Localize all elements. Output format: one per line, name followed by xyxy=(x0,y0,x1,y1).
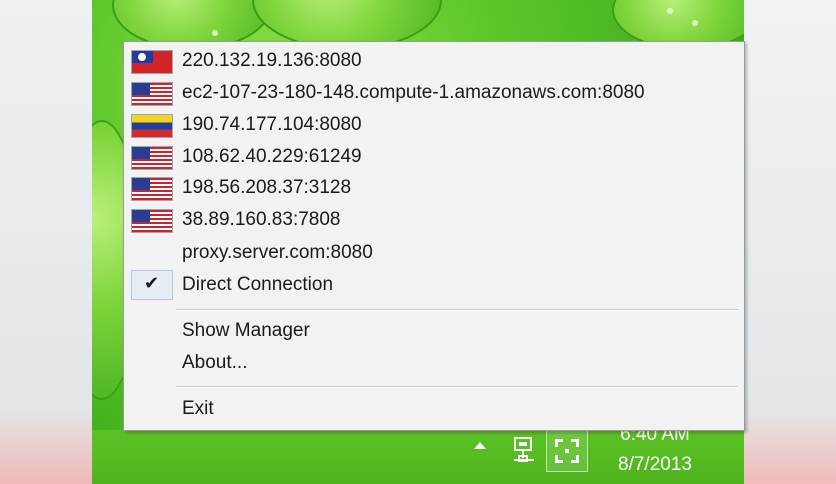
menu-item-proxy[interactable]: 220.132.19.136:8080 xyxy=(124,46,744,76)
water-drop xyxy=(667,8,673,14)
menu-item-label: About... xyxy=(182,352,248,373)
menu-separator xyxy=(176,309,738,311)
proxy-switcher-icon[interactable] xyxy=(546,430,588,472)
menu-item-label: 108.62.40.229:61249 xyxy=(182,146,362,167)
menu-item-label: 198.56.208.37:3128 xyxy=(182,177,352,198)
menu-separator xyxy=(176,386,738,388)
usa-flag-icon xyxy=(131,82,173,106)
network-icon[interactable] xyxy=(510,434,540,466)
menu-item-label: Exit xyxy=(182,398,214,419)
usa-flag-icon xyxy=(131,209,173,233)
menu-item-proxy[interactable]: 198.56.208.37:3128 xyxy=(124,173,744,203)
blurred-right-margin xyxy=(744,0,836,484)
taiwan-flag-icon xyxy=(131,50,173,74)
menu-item-label: 220.132.19.136:8080 xyxy=(182,50,362,71)
menu-item-direct-connection[interactable]: ✔ Direct Connection xyxy=(124,270,744,300)
menu-item-label: proxy.server.com:8080 xyxy=(182,242,373,263)
menu-item-label: 38.89.160.83:7808 xyxy=(182,209,341,230)
show-hidden-icons-arrow[interactable] xyxy=(474,442,486,449)
venezuela-flag-icon xyxy=(131,114,173,138)
menu-item-proxy[interactable]: 38.89.160.83:7808 xyxy=(124,205,744,235)
usa-flag-icon xyxy=(131,146,173,170)
menu-item-about[interactable]: About... xyxy=(124,348,744,378)
menu-item-show-manager[interactable]: Show Manager xyxy=(124,316,744,346)
blurred-left-margin xyxy=(0,0,92,484)
menu-item-label: 190.74.177.104:8080 xyxy=(182,114,362,135)
menu-item-proxy[interactable]: 108.62.40.229:61249 xyxy=(124,142,744,172)
menu-item-label: ec2-107-23-180-148.compute-1.amazonaws.c… xyxy=(182,82,645,103)
menu-item-proxy[interactable]: 190.74.177.104:8080 xyxy=(124,110,744,140)
menu-item-exit[interactable]: Exit xyxy=(124,394,744,424)
usa-flag-icon xyxy=(131,177,173,201)
proxy-context-menu: 220.132.19.136:8080 ec2-107-23-180-148.c… xyxy=(123,41,745,431)
checked-indicator: ✔ xyxy=(131,270,173,300)
water-drop xyxy=(692,20,698,26)
water-drop xyxy=(212,30,218,36)
clock-date[interactable]: 8/7/2013 xyxy=(592,454,718,476)
menu-item-proxy[interactable]: ec2-107-23-180-148.compute-1.amazonaws.c… xyxy=(124,78,744,108)
menu-item-label: Direct Connection xyxy=(182,274,334,295)
checkmark-icon: ✔ xyxy=(144,273,160,293)
menu-item-label: Show Manager xyxy=(182,320,310,341)
menu-item-proxy[interactable]: proxy.server.com:8080 xyxy=(124,238,744,268)
